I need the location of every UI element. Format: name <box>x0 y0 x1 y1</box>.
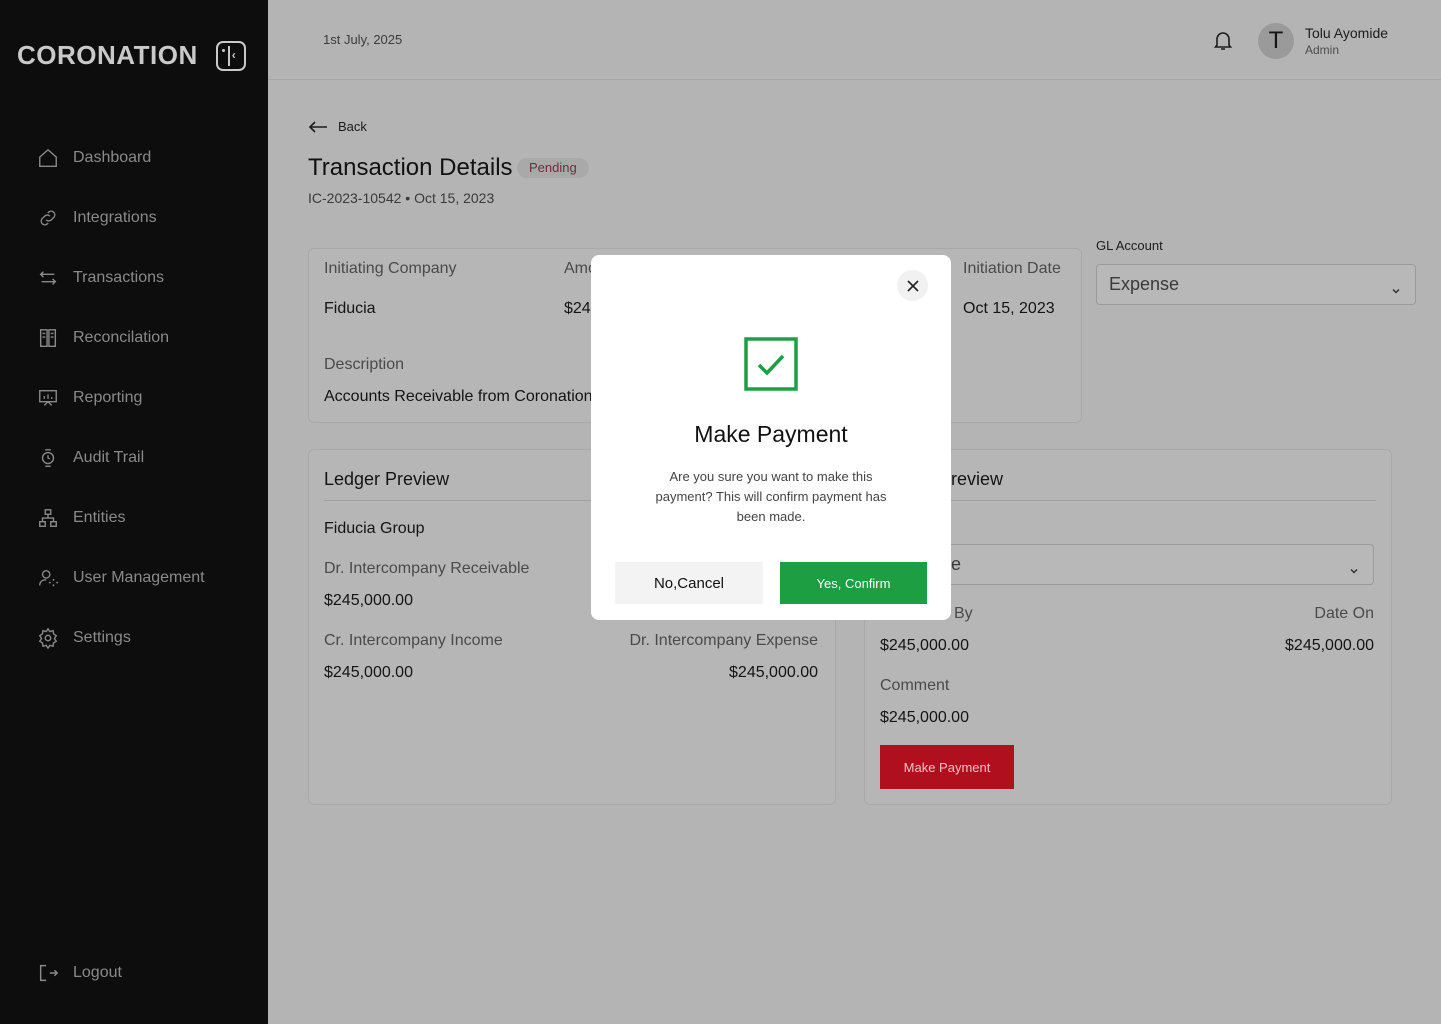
back-link[interactable]: Back <box>308 119 367 134</box>
sidebar-item-label: Entities <box>73 509 126 526</box>
sidebar-toggle-icon[interactable]: ‹ <box>215 40 246 71</box>
dr-receivable-label: Dr. Intercompany Receivable <box>324 560 530 577</box>
avatar[interactable]: T <box>1258 23 1294 59</box>
divider <box>880 500 1376 501</box>
comment-label: Comment <box>880 677 950 694</box>
sidebar: CORONATION ‹ Dashboard Integrations Tran… <box>0 0 268 1024</box>
sidebar-item-reporting[interactable]: Reporting <box>37 368 205 428</box>
logout-label: Logout <box>73 964 122 981</box>
sidebar-item-label: Audit Trail <box>73 449 145 466</box>
link-icon <box>40 210 56 226</box>
hierarchy-icon <box>39 509 57 527</box>
initiation-date-label: Initiation Date <box>963 260 1061 277</box>
user-name: Tolu Ayomide <box>1305 25 1389 41</box>
checkbox-checked-icon <box>744 337 798 391</box>
initiating-company-label: Initiating Company <box>324 260 457 277</box>
presentation-icon <box>39 389 57 406</box>
dr-expense-value: $245,000.00 <box>729 664 818 681</box>
cancel-button[interactable]: No,Cancel <box>615 562 763 604</box>
make-payment-modal: Make Payment Are you sure you want to ma… <box>591 255 951 620</box>
approval-select[interactable]: e <box>880 544 1374 585</box>
book-icon <box>39 329 57 347</box>
home-icon <box>39 148 57 167</box>
watch-icon <box>41 449 55 467</box>
cr-income-label: Cr. Intercompany Income <box>324 632 503 649</box>
sidebar-item-dashboard[interactable]: Dashboard <box>37 128 205 188</box>
arrow-left-icon <box>308 120 327 133</box>
dr-expense-label: Dr. Intercompany Expense <box>629 632 818 649</box>
page-title: Transaction Details <box>308 154 513 181</box>
date-on-label: Date On <box>1314 605 1374 622</box>
make-payment-button[interactable]: Make Payment <box>880 745 1014 789</box>
sidebar-item-label: Settings <box>73 629 131 646</box>
date-on-value: $245,000.00 <box>1285 637 1374 654</box>
sidebar-item-label: Transactions <box>73 269 164 286</box>
sidebar-item-label: Dashboard <box>73 149 152 166</box>
description-value: Accounts Receivable from Coronation <box>324 388 593 405</box>
approved-by-label: By <box>954 605 973 622</box>
chevron-down-icon <box>1349 560 1359 574</box>
user-role: Admin <box>1305 43 1340 57</box>
dr-receivable-value: $245,000.00 <box>324 592 413 609</box>
sidebar-item-label: User Management <box>73 569 205 586</box>
logout-icon <box>39 964 59 982</box>
sidebar-item-label: Reporting <box>73 389 143 406</box>
modal-title: Make Payment <box>694 421 848 447</box>
logout-button[interactable]: Logout <box>37 962 122 984</box>
transaction-subtitle: IC-2023-10542 • Oct 15, 2023 <box>308 190 495 206</box>
sidebar-item-reconcilation[interactable]: Reconcilation <box>37 308 205 368</box>
close-icon <box>906 279 919 292</box>
header-date: 1st July, 2025 <box>323 32 403 47</box>
sidebar-item-label: Integrations <box>73 209 157 226</box>
description-label: Description <box>324 356 405 373</box>
modal-message: Are you sure you want to make this payme… <box>655 469 887 524</box>
gl-account-value: Expense <box>1109 274 1180 294</box>
approved-by-value: $245,000.00 <box>880 637 969 654</box>
comment-value: $245,000.00 <box>880 709 969 726</box>
gear-icon <box>38 627 58 649</box>
initiation-date-value: Oct 15, 2023 <box>963 300 1055 317</box>
gl-account-select[interactable]: Expense <box>1096 264 1416 305</box>
back-label: Back <box>338 119 367 134</box>
approval-select-value: e <box>951 554 962 574</box>
chevron-down-icon <box>1391 280 1401 294</box>
logo: CORONATION ‹ <box>17 40 246 71</box>
sidebar-item-audit-trail[interactable]: Audit Trail <box>37 428 205 488</box>
status-badge: Pending <box>517 158 589 178</box>
initiating-company-value: Fiducia <box>324 300 376 317</box>
ledger-preview-title: Ledger Preview <box>324 469 450 489</box>
sidebar-item-label: Reconcilation <box>73 329 170 346</box>
top-header: 1st July, 2025 T Tolu Ayomide Admin <box>268 0 1441 80</box>
close-button[interactable] <box>897 270 928 301</box>
sidebar-nav: Dashboard Integrations Transactions Reco… <box>37 128 205 668</box>
cr-income-value: $245,000.00 <box>324 664 413 681</box>
sidebar-item-integrations[interactable]: Integrations <box>37 188 205 248</box>
approval-preview-title: review <box>951 469 1004 489</box>
amount-value: $24 <box>564 300 591 317</box>
sidebar-item-settings[interactable]: Settings <box>37 608 205 668</box>
confirm-button[interactable]: Yes, Confirm <box>780 562 927 604</box>
notification-bell-icon[interactable] <box>1211 28 1235 52</box>
user-gear-icon <box>39 569 59 587</box>
sidebar-item-user-management[interactable]: User Management <box>37 548 205 608</box>
logo-text: CORONATION <box>17 40 198 70</box>
sidebar-item-transactions[interactable]: Transactions <box>37 248 205 308</box>
arrows-icon <box>39 271 57 285</box>
ledger-group: Fiducia Group <box>324 520 425 537</box>
gl-account-label: GL Account <box>1096 238 1163 253</box>
sidebar-item-entities[interactable]: Entities <box>37 488 205 548</box>
